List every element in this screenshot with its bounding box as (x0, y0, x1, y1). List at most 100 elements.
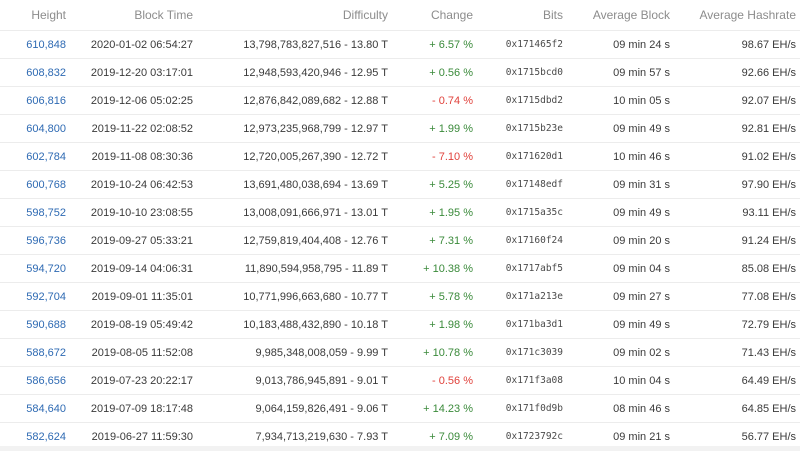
block-height-link[interactable]: 600,768 (26, 179, 66, 191)
block-height-link[interactable]: 598,752 (26, 207, 66, 219)
block-height-link[interactable]: 602,784 (26, 151, 66, 163)
column-header-block-time[interactable]: Block Time (66, 0, 193, 31)
table-row: 606,816 2019-12-06 05:02:25 12,876,842,0… (0, 86, 800, 115)
cell-average-hashrate: 85.08 EH/s (670, 254, 800, 283)
cell-height: 602,784 (0, 142, 66, 171)
block-height-link[interactable]: 588,672 (26, 347, 66, 359)
cell-height: 608,832 (0, 58, 66, 87)
cell-average-hashrate: 71.43 EH/s (670, 338, 800, 367)
cell-average-hashrate: 72.79 EH/s (670, 310, 800, 339)
block-height-link[interactable]: 592,704 (26, 291, 66, 303)
table-row: 588,672 2019-08-05 11:52:08 9,985,348,00… (0, 338, 800, 367)
cell-bits: 0x171f3a08 (473, 366, 563, 395)
difficulty-table-view: Height Block Time Difficulty Change Bits… (0, 0, 800, 451)
cell-bits: 0x171a213e (473, 282, 563, 311)
cell-block-time: 2019-09-14 04:06:31 (66, 254, 193, 283)
table-row: 598,752 2019-10-10 23:08:55 13,008,091,6… (0, 198, 800, 227)
cell-bits: 0x171c3039 (473, 338, 563, 367)
cell-difficulty: 13,691,480,038,694 - 13.69 T (193, 170, 388, 199)
table-row: 592,704 2019-09-01 11:35:01 10,771,996,6… (0, 282, 800, 311)
cell-block-time: 2019-11-22 02:08:52 (66, 114, 193, 143)
block-height-link[interactable]: 590,688 (26, 319, 66, 331)
column-header-height[interactable]: Height (0, 0, 66, 31)
table-row: 596,736 2019-09-27 05:33:21 12,759,819,4… (0, 226, 800, 255)
block-height-link[interactable]: 584,640 (26, 403, 66, 415)
cell-average-block: 09 min 27 s (563, 282, 670, 311)
block-height-link[interactable]: 606,816 (26, 95, 66, 107)
cell-block-time: 2019-12-06 05:02:25 (66, 86, 193, 115)
difficulty-table: Height Block Time Difficulty Change Bits… (0, 0, 800, 451)
block-height-link[interactable]: 582,624 (26, 431, 66, 443)
cell-block-time: 2019-07-09 18:17:48 (66, 394, 193, 423)
cell-average-block: 09 min 49 s (563, 114, 670, 143)
table-row: 584,640 2019-07-09 18:17:48 9,064,159,82… (0, 394, 800, 423)
table-row: 594,720 2019-09-14 04:06:31 11,890,594,9… (0, 254, 800, 283)
table-row: 600,768 2019-10-24 06:42:53 13,691,480,0… (0, 170, 800, 199)
cell-average-hashrate: 92.81 EH/s (670, 114, 800, 143)
cell-difficulty: 12,720,005,267,390 - 12.72 T (193, 142, 388, 171)
cell-bits: 0x1715a35c (473, 198, 563, 227)
block-height-link[interactable]: 610,848 (26, 39, 66, 51)
cell-average-hashrate: 77.08 EH/s (670, 282, 800, 311)
block-height-link[interactable]: 596,736 (26, 235, 66, 247)
cell-average-hashrate: 92.07 EH/s (670, 86, 800, 115)
table-row: 604,800 2019-11-22 02:08:52 12,973,235,9… (0, 114, 800, 143)
cell-height: 600,768 (0, 170, 66, 199)
cell-average-block: 09 min 31 s (563, 170, 670, 199)
table-row: 586,656 2019-07-23 20:22:17 9,013,786,94… (0, 366, 800, 395)
cell-average-block: 09 min 49 s (563, 310, 670, 339)
cell-difficulty: 13,798,783,827,516 - 13.80 T (193, 30, 388, 59)
cell-average-block: 10 min 04 s (563, 366, 670, 395)
block-height-link[interactable]: 594,720 (26, 263, 66, 275)
cell-bits: 0x17160f24 (473, 226, 563, 255)
cell-change: - 0.56 % (388, 366, 473, 395)
cell-change: + 14.23 % (388, 394, 473, 423)
cell-height: 592,704 (0, 282, 66, 311)
cell-bits: 0x1717abf5 (473, 254, 563, 283)
column-header-average-block[interactable]: Average Block (563, 0, 670, 31)
column-header-average-hashrate[interactable]: Average Hashrate (670, 0, 800, 31)
block-height-link[interactable]: 608,832 (26, 67, 66, 79)
cell-average-block: 10 min 46 s (563, 142, 670, 171)
cell-bits: 0x17148edf (473, 170, 563, 199)
cell-difficulty: 12,948,593,420,946 - 12.95 T (193, 58, 388, 87)
cell-difficulty: 9,064,159,826,491 - 9.06 T (193, 394, 388, 423)
cell-difficulty: 9,985,348,008,059 - 9.99 T (193, 338, 388, 367)
cell-change: + 5.25 % (388, 170, 473, 199)
cell-height: 586,656 (0, 366, 66, 395)
column-header-bits[interactable]: Bits (473, 0, 563, 31)
column-header-change[interactable]: Change (388, 0, 473, 31)
cell-average-hashrate: 93.11 EH/s (670, 198, 800, 227)
column-header-difficulty[interactable]: Difficulty (193, 0, 388, 31)
cell-block-time: 2019-12-20 03:17:01 (66, 58, 193, 87)
cell-change: + 1.99 % (388, 114, 473, 143)
cell-average-hashrate: 98.67 EH/s (670, 30, 800, 59)
cell-height: 606,816 (0, 86, 66, 115)
cell-change: + 5.78 % (388, 282, 473, 311)
block-height-link[interactable]: 604,800 (26, 123, 66, 135)
cell-bits: 0x1715b23e (473, 114, 563, 143)
cell-height: 594,720 (0, 254, 66, 283)
cell-average-block: 09 min 49 s (563, 198, 670, 227)
cell-height: 596,736 (0, 226, 66, 255)
block-height-link[interactable]: 586,656 (26, 375, 66, 387)
cell-block-time: 2019-10-10 23:08:55 (66, 198, 193, 227)
cell-difficulty: 12,876,842,089,682 - 12.88 T (193, 86, 388, 115)
cell-average-block: 09 min 24 s (563, 30, 670, 59)
cell-change: - 0.74 % (388, 86, 473, 115)
table-row: 610,848 2020-01-02 06:54:27 13,798,783,8… (0, 30, 800, 59)
cell-block-time: 2019-07-23 20:22:17 (66, 366, 193, 395)
cell-bits: 0x171620d1 (473, 142, 563, 171)
cell-bits: 0x171465f2 (473, 30, 563, 59)
cell-block-time: 2019-11-08 08:30:36 (66, 142, 193, 171)
table-header-row: Height Block Time Difficulty Change Bits… (0, 0, 800, 31)
cell-change: + 10.38 % (388, 254, 473, 283)
cell-average-hashrate: 64.49 EH/s (670, 366, 800, 395)
cell-change: + 6.57 % (388, 30, 473, 59)
cell-average-block: 09 min 57 s (563, 58, 670, 87)
cell-average-block: 08 min 46 s (563, 394, 670, 423)
cell-difficulty: 13,008,091,666,971 - 13.01 T (193, 198, 388, 227)
cell-difficulty: 10,183,488,432,890 - 10.18 T (193, 310, 388, 339)
cell-height: 584,640 (0, 394, 66, 423)
cell-block-time: 2019-08-05 11:52:08 (66, 338, 193, 367)
